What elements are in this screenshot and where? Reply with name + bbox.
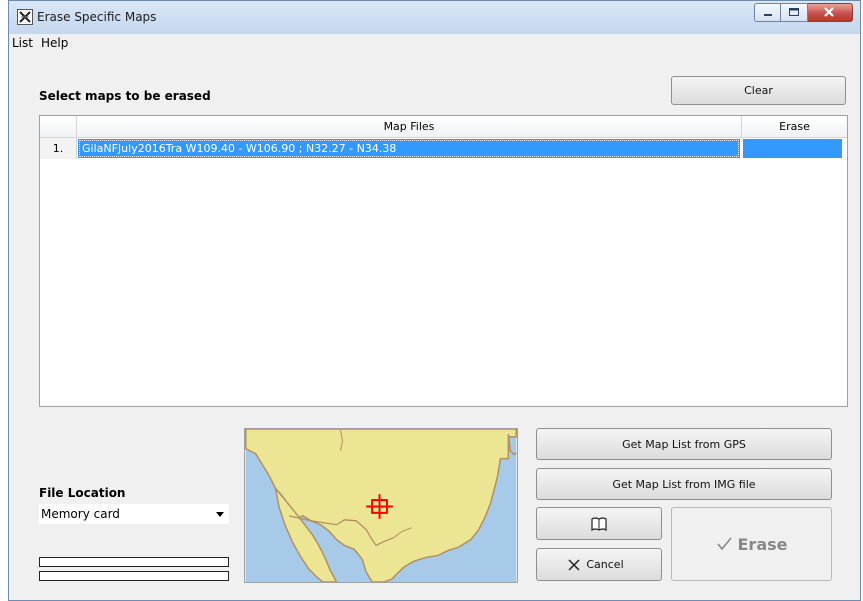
menu-list[interactable]: List — [12, 36, 33, 50]
check-icon — [716, 537, 732, 551]
erase-button[interactable]: Erase — [671, 507, 832, 581]
header-erase[interactable]: Erase — [742, 116, 847, 137]
map-preview — [244, 428, 518, 583]
clear-button[interactable]: Clear — [671, 76, 846, 105]
maximize-button[interactable] — [781, 3, 808, 22]
erase-cell[interactable] — [743, 139, 842, 158]
erase-button-label: Erase — [737, 534, 788, 554]
file-location-label: File Location — [39, 486, 126, 500]
window-title: Erase Specific Maps — [37, 10, 157, 24]
book-icon — [591, 516, 607, 531]
x-icon — [568, 558, 580, 571]
get-map-list-gps-label: Get Map List from GPS — [622, 437, 746, 451]
maximize-icon — [789, 8, 799, 16]
menu-help[interactable]: Help — [41, 36, 68, 50]
table-row[interactable]: 1. GilaNFJuly2016Tra W109.40 - W106.90 ;… — [40, 138, 847, 159]
row-number: 1. — [40, 138, 77, 159]
minimize-icon — [764, 14, 772, 16]
close-icon — [824, 7, 834, 17]
clear-button-label: Clear — [744, 84, 773, 97]
minimize-button[interactable] — [754, 3, 781, 22]
file-location-value: Memory card — [41, 507, 120, 521]
get-map-list-img-label: Get Map List from IMG file — [612, 477, 756, 491]
header-map-files[interactable]: Map Files — [77, 116, 742, 137]
window-controls — [754, 3, 853, 22]
erase-specific-maps-window: Erase Specific Maps List Help Select map… — [8, 0, 861, 601]
menu-bar: List Help — [9, 34, 860, 54]
chevron-down-icon — [216, 512, 224, 517]
progress-bar-2 — [39, 571, 229, 581]
header-rownum — [40, 116, 77, 137]
select-maps-label: Select maps to be erased — [39, 89, 211, 103]
close-button[interactable] — [808, 3, 853, 22]
progress-bar-1 — [39, 557, 229, 567]
map-file-cell[interactable]: GilaNFJuly2016Tra W109.40 - W106.90 ; N3… — [78, 139, 740, 158]
table-header: Map Files Erase — [40, 116, 847, 138]
title-bar[interactable]: Erase Specific Maps — [9, 1, 860, 34]
file-location-select[interactable]: Memory card — [39, 504, 229, 524]
app-icon — [17, 9, 33, 25]
help-manual-button[interactable] — [536, 507, 662, 540]
cancel-button[interactable]: Cancel — [536, 548, 662, 581]
get-map-list-img-button[interactable]: Get Map List from IMG file — [536, 468, 832, 500]
get-map-list-gps-button[interactable]: Get Map List from GPS — [536, 428, 832, 460]
map-files-table[interactable]: Map Files Erase 1. GilaNFJuly2016Tra W10… — [39, 115, 848, 407]
cancel-button-label: Cancel — [586, 558, 624, 571]
